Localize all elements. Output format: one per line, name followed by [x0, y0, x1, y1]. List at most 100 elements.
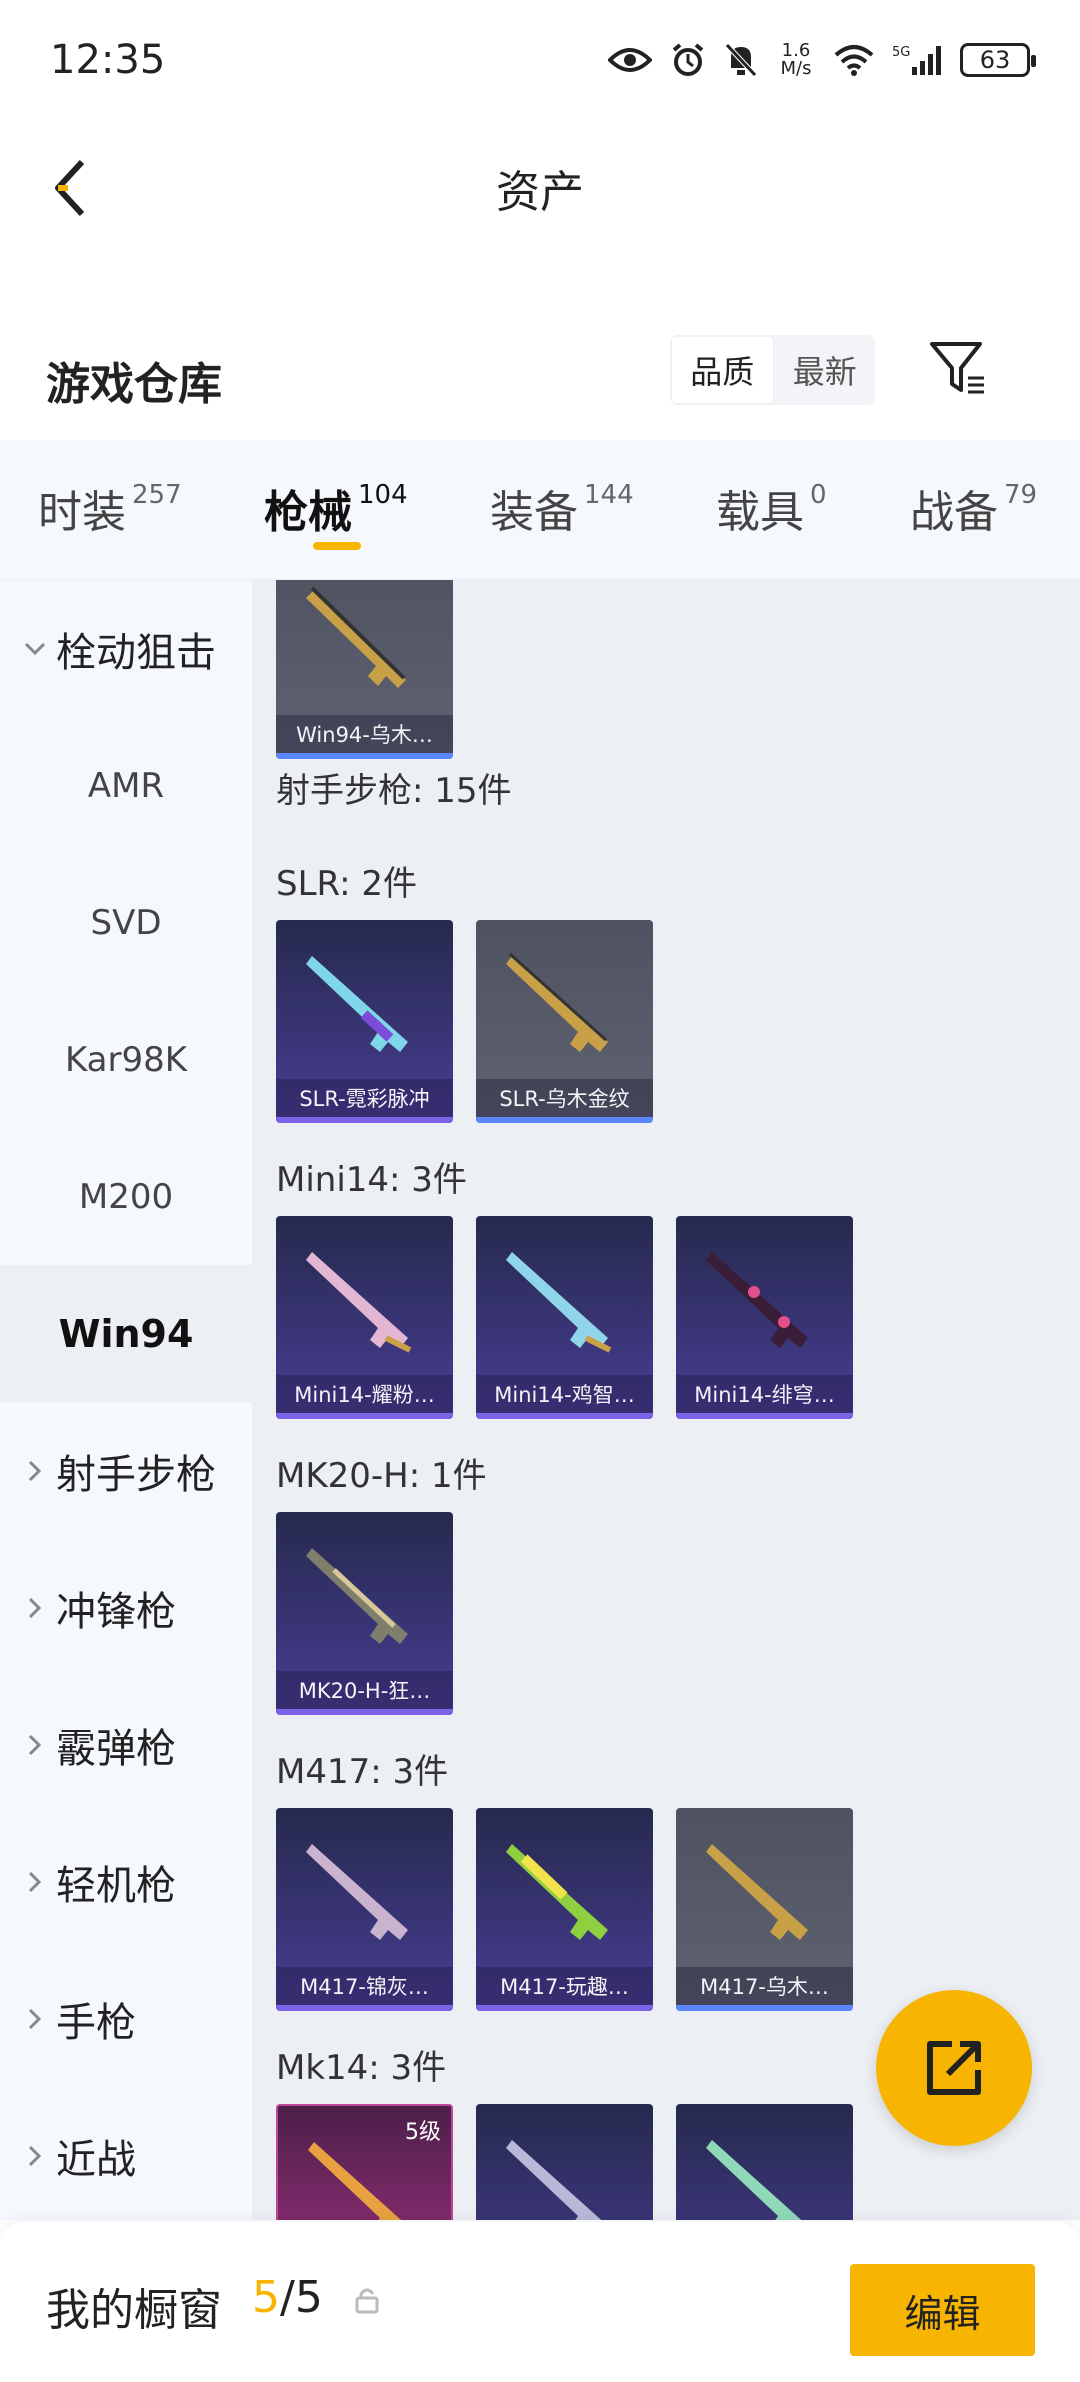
- weapon-card[interactable]: M417-乌木…: [676, 1808, 853, 2011]
- weapon-card-name: M417-锦灰…: [276, 1967, 453, 2005]
- rarity-bar: [276, 2005, 453, 2011]
- chevron-right-icon: [20, 1870, 50, 1894]
- sidebar-item-label: M200: [78, 1176, 174, 1217]
- rarity-bar: [276, 1117, 453, 1123]
- weapon-card-name: Mini14-绯穹…: [676, 1375, 853, 1413]
- sidebar-item-label: Win94: [58, 1311, 194, 1356]
- sort-option-newest[interactable]: 最新: [775, 335, 876, 405]
- battery-indicator: 63: [960, 43, 1036, 77]
- tab-count: 144: [584, 480, 634, 510]
- sidebar-item-bolt-sniper[interactable]: 栓动狙击: [0, 580, 252, 717]
- sidebar-item-smg[interactable]: 冲锋枪: [0, 1539, 252, 1676]
- tab-count: 79: [1004, 480, 1038, 510]
- rifle-icon: [706, 2140, 802, 2220]
- tab-firearms[interactable]: 枪械 104: [264, 476, 408, 540]
- rarity-bar: [276, 753, 453, 759]
- mute-bell-icon: [724, 42, 758, 78]
- weapon-card[interactable]: [476, 2104, 653, 2220]
- tab-label: 载具: [716, 487, 804, 538]
- page-title: 资产: [496, 166, 584, 218]
- showcase-bar: 我的橱窗 5/5 编辑: [0, 2222, 1080, 2382]
- tab-equipment[interactable]: 装备 144: [490, 476, 634, 540]
- sidebar-item-win94[interactable]: Win94: [0, 1265, 252, 1402]
- tab-battle-gear[interactable]: 战备 79: [910, 476, 1037, 540]
- rifle-icon: [306, 1844, 408, 1940]
- weapon-card[interactable]: M417-玩趣…: [476, 1808, 653, 2011]
- sidebar-item-marksman-rifle[interactable]: 射手步枪: [0, 1402, 252, 1539]
- rarity-bar: [476, 1117, 653, 1123]
- sort-option-quality[interactable]: 品质: [670, 335, 775, 405]
- rifle-icon: [506, 2140, 602, 2220]
- chevron-right-icon: [20, 1596, 50, 1620]
- back-button[interactable]: [40, 158, 100, 218]
- showcase-count: 5/5: [252, 2272, 323, 2323]
- sidebar-item-label: 霰弹枪: [56, 1725, 176, 1772]
- weapon-card-name: M417-玩趣…: [476, 1967, 653, 2005]
- sidebar-item-kar98k[interactable]: Kar98K: [0, 991, 252, 1128]
- rarity-bar: [676, 2005, 853, 2011]
- sidebar-item-label: Kar98K: [64, 1039, 188, 1080]
- edit-button[interactable]: 编辑: [850, 2264, 1035, 2356]
- rarity-bar: [476, 1413, 653, 1419]
- net-speed: 1.6 M/s: [776, 42, 816, 78]
- chevron-right-icon: [20, 1733, 50, 1757]
- weapon-card[interactable]: M417-锦灰…: [276, 1808, 453, 2011]
- weapon-card[interactable]: Mini14-绯穹…: [676, 1216, 853, 1419]
- share-button[interactable]: [876, 1990, 1032, 2146]
- showcase-count-current: 5: [252, 2272, 280, 2323]
- chevron-right-icon: [20, 2144, 50, 2168]
- weapon-card[interactable]: [676, 2104, 853, 2220]
- status-bar: 12:35 1.6 M/s 5G 63: [0, 0, 1080, 120]
- sidebar-item-label: 手枪: [56, 1999, 136, 2046]
- rifle-icon: [306, 1252, 412, 1353]
- tab-label: 时装: [38, 487, 126, 538]
- sidebar-item-shotgun[interactable]: 霰弹枪: [0, 1676, 252, 1813]
- weapon-type-sidebar: 栓动狙击 AMR SVD Kar98K M200 Win94 射手步枪 冲锋枪 …: [0, 580, 252, 2220]
- status-icons: 1.6 M/s 5G 63: [608, 42, 1036, 78]
- rarity-bar: [276, 1709, 453, 1715]
- rifle-icon: [506, 1844, 608, 1940]
- alarm-icon: [670, 42, 706, 78]
- weapon-card[interactable]: MK20-H-狂…: [276, 1512, 453, 1715]
- weapon-card-name: MK20-H-狂…: [276, 1671, 453, 1709]
- section-label: SLR: 2件: [276, 864, 417, 904]
- tab-fashion[interactable]: 时装 257: [38, 476, 182, 540]
- weapon-card[interactable]: SLR-乌木金纹: [476, 920, 653, 1123]
- chevron-right-icon: [20, 1459, 50, 1483]
- weapon-card[interactable]: Win94-乌木…: [276, 580, 453, 759]
- sidebar-item-m200[interactable]: M200: [0, 1128, 252, 1265]
- sidebar-item-melee[interactable]: 近战: [0, 2087, 252, 2224]
- category-count-label: 射手步枪: 15件: [276, 771, 512, 811]
- sidebar-item-label: 射手步枪: [56, 1451, 216, 1498]
- rifle-icon: [306, 956, 408, 1052]
- tab-active-indicator: [313, 542, 361, 550]
- chevron-left-icon: [55, 159, 85, 217]
- tab-label: 枪械: [264, 487, 352, 538]
- rarity-bar: [676, 1413, 853, 1419]
- category-tabs: 时装 257 枪械 104 装备 144 载具 0 战备 79: [0, 440, 1080, 580]
- rifle-icon: [308, 2142, 402, 2220]
- weapon-card[interactable]: Mini14-耀粉…: [276, 1216, 453, 1419]
- net-speed-unit: M/s: [780, 58, 812, 79]
- rifle-icon: [306, 1548, 408, 1644]
- section-label: M417: 3件: [276, 1752, 449, 1792]
- tab-count: 257: [132, 480, 182, 510]
- weapon-card[interactable]: SLR-霓彩脉冲: [276, 920, 453, 1123]
- sidebar-item-svd[interactable]: SVD: [0, 854, 252, 991]
- weapon-card-name: Win94-乌木…: [276, 715, 453, 753]
- weapon-card[interactable]: 5级: [276, 2104, 453, 2220]
- warehouse-title: 游戏仓库: [46, 359, 222, 410]
- sidebar-item-pistol[interactable]: 手枪: [0, 1950, 252, 2087]
- eye-icon: [608, 45, 652, 75]
- weapon-card-name: Mini14-鸡智…: [476, 1375, 653, 1413]
- sidebar-item-label: 轻机枪: [56, 1862, 176, 1909]
- weapon-card[interactable]: Mini14-鸡智…: [476, 1216, 653, 1419]
- sidebar-item-amr[interactable]: AMR: [0, 717, 252, 854]
- sidebar-item-lmg[interactable]: 轻机枪: [0, 1813, 252, 1950]
- rifle-icon: [506, 952, 608, 1052]
- tab-vehicles[interactable]: 载具 0: [716, 476, 827, 540]
- filter-button[interactable]: [928, 338, 988, 398]
- section-label: MK20-H: 1件: [276, 1456, 487, 1496]
- rifle-icon: [306, 586, 406, 688]
- showcase-label: 我的橱窗: [46, 2285, 222, 2336]
